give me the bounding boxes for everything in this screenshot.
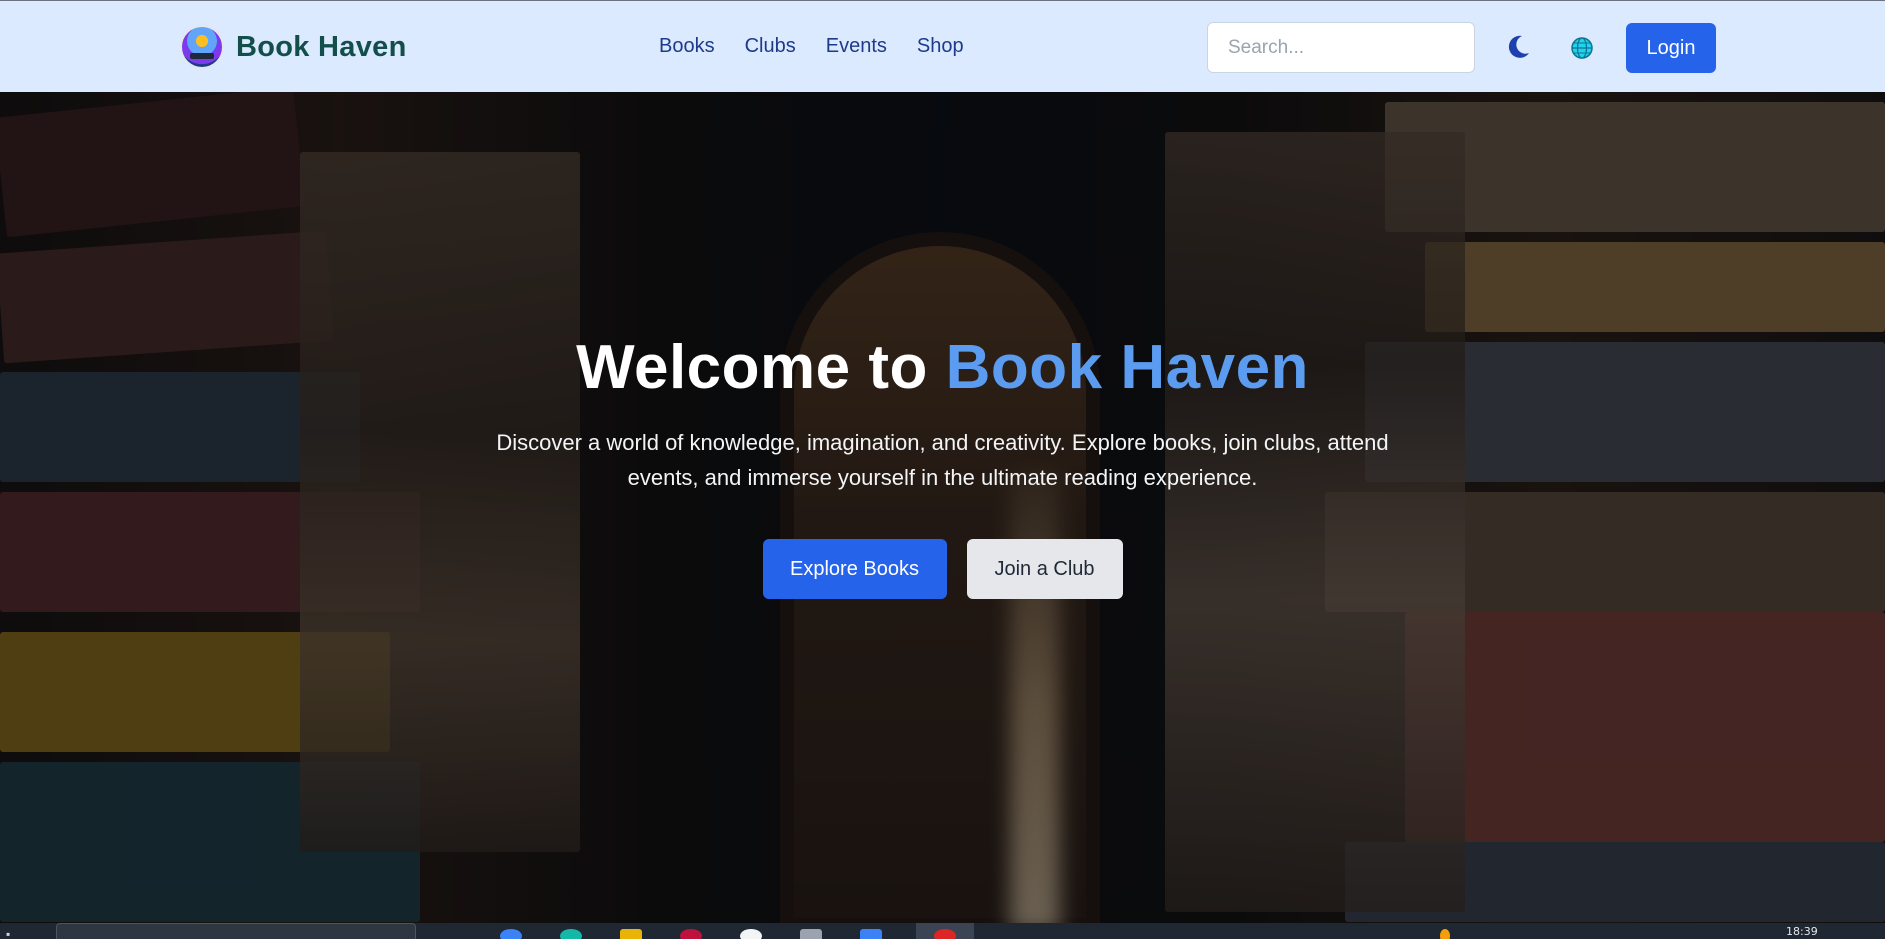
nav-link-books[interactable]: Books xyxy=(659,35,715,58)
hero-section: Welcome to Book Haven Discover a world o… xyxy=(0,92,1885,923)
hero-subtitle: Discover a world of knowledge, imaginati… xyxy=(496,430,1389,490)
logo-icon xyxy=(180,25,224,69)
explore-books-button[interactable]: Explore Books xyxy=(762,539,947,599)
site-header: Book Haven Books Clubs Events Shop Login xyxy=(0,0,1885,92)
hero-title-accent: Book Haven xyxy=(945,333,1309,402)
taskbar-clock[interactable]: 18:39 xyxy=(1786,925,1818,938)
nav-link-clubs[interactable]: Clubs xyxy=(745,35,796,58)
join-club-button[interactable]: Join a Club xyxy=(966,539,1123,599)
nav-link-shop[interactable]: Shop xyxy=(917,35,964,58)
vscode-icon[interactable] xyxy=(860,929,882,939)
login-button[interactable]: Login xyxy=(1626,23,1716,73)
hero-title: Welcome to Book Haven xyxy=(0,332,1885,403)
main-nav: Books Clubs Events Shop xyxy=(659,35,964,58)
app-icon[interactable] xyxy=(680,929,702,939)
taskbar-search[interactable] xyxy=(56,923,416,939)
edge-icon[interactable] xyxy=(560,929,582,939)
globe-icon[interactable] xyxy=(1570,36,1594,60)
browser-icon[interactable] xyxy=(500,929,522,939)
chrome-icon[interactable] xyxy=(934,929,956,939)
folder-icon[interactable] xyxy=(620,929,642,939)
hero-buttons: Explore Books Join a Club xyxy=(0,539,1885,599)
weather-icon[interactable] xyxy=(1440,929,1450,939)
moon-icon[interactable] xyxy=(1504,33,1532,61)
nav-link-events[interactable]: Events xyxy=(826,35,887,58)
os-taskbar: ▪ 18:39 xyxy=(0,923,1885,939)
hero-content: Welcome to Book Haven Discover a world o… xyxy=(0,332,1885,599)
brand-name: Book Haven xyxy=(236,30,407,63)
search-input[interactable] xyxy=(1207,22,1475,73)
brand[interactable]: Book Haven xyxy=(180,25,407,69)
start-icon[interactable]: ▪ xyxy=(6,927,28,939)
hero-title-prefix: Welcome to xyxy=(576,333,946,402)
app-icon[interactable] xyxy=(800,929,822,939)
app-icon[interactable] xyxy=(740,929,762,939)
